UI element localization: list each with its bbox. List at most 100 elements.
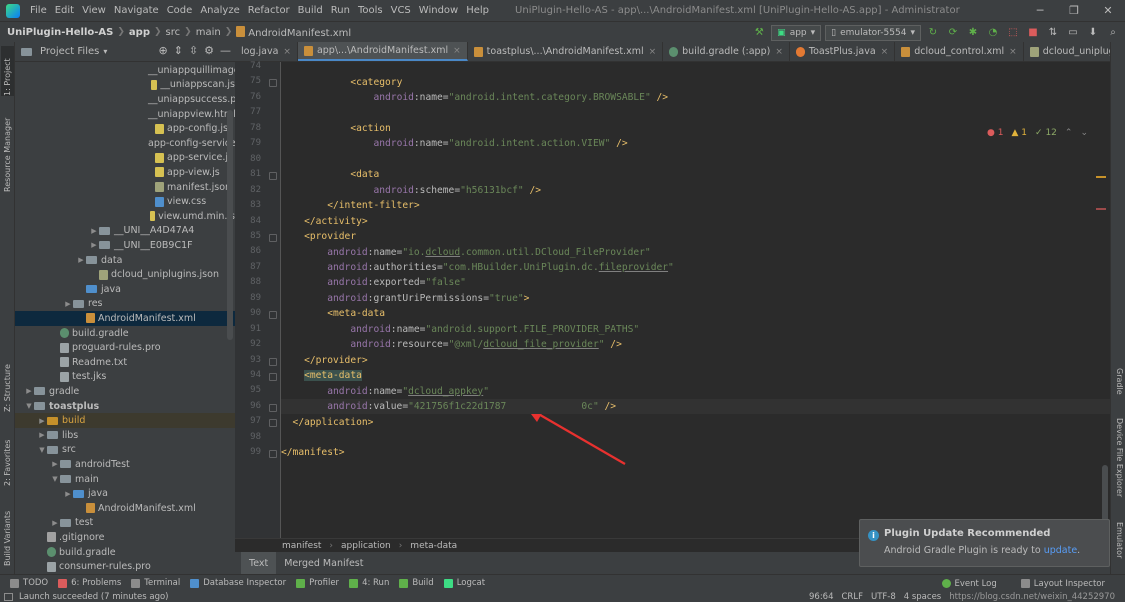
tree-item[interactable]: ▶ java: [15, 486, 235, 501]
chevron-down-icon[interactable]: ⌄: [1080, 128, 1088, 138]
code-editor[interactable]: ● 1 ▲ 1 ✓ 12 ⌃ ⌄ <category android:name= "…: [281, 62, 1110, 538]
collapse-arrow-icon[interactable]: ▼: [24, 402, 34, 410]
menu-item-view[interactable]: View: [78, 5, 110, 16]
stop-icon[interactable]: ■: [1025, 25, 1041, 41]
tab-favorites[interactable]: 2: Favorites: [1, 432, 14, 486]
editor-tab[interactable]: build.gradle (:app) ×: [663, 42, 790, 61]
menu-item-refactor[interactable]: Refactor: [244, 5, 294, 16]
menu-item-edit[interactable]: Edit: [51, 5, 78, 16]
menu-item-code[interactable]: Code: [163, 5, 197, 16]
tab-emulator[interactable]: Emulator: [1111, 522, 1124, 572]
rerun-icon[interactable]: ↻: [925, 25, 941, 41]
tree-item[interactable]: __uniappsuccess.pn: [15, 92, 235, 107]
tree-item[interactable]: ▶ build: [15, 413, 235, 428]
tree-item[interactable]: view.css: [15, 194, 235, 209]
attach-debugger-icon[interactable]: ⬚: [1005, 25, 1021, 41]
expand-arrow-icon[interactable]: ▶: [76, 256, 86, 264]
fold-marker-icon[interactable]: [269, 357, 277, 366]
apply-changes-icon[interactable]: ⟳: [945, 25, 961, 41]
menu-item-analyze[interactable]: Analyze: [196, 5, 243, 16]
close-tab-icon[interactable]: ×: [1009, 47, 1017, 57]
expand-arrow-icon[interactable]: ▶: [63, 300, 73, 308]
fold-marker-icon[interactable]: [269, 311, 277, 320]
editor-tab[interactable]: app\...\AndroidManifest.xml ×: [297, 42, 468, 61]
menu-item-window[interactable]: Window: [415, 5, 462, 16]
tree-item[interactable]: dcloud_uniplugins.json: [15, 267, 235, 282]
update-link[interactable]: update: [1044, 545, 1077, 556]
weak-warning-count[interactable]: ✓ 12: [1035, 128, 1057, 138]
menu-item-file[interactable]: File: [26, 5, 51, 16]
sdk-manager-icon[interactable]: ⬇: [1085, 25, 1101, 41]
nav-crumb-src[interactable]: src: [163, 27, 184, 38]
close-icon[interactable]: ✕: [1091, 0, 1125, 21]
expand-arrow-icon[interactable]: ▶: [37, 431, 47, 439]
tree-item[interactable]: test.jks: [15, 370, 235, 385]
indent-setting[interactable]: 4 spaces: [904, 592, 941, 602]
close-tab-icon[interactable]: ×: [453, 46, 461, 56]
nav-crumb-main[interactable]: main: [193, 27, 224, 38]
editor-tab[interactable]: log.java ×: [235, 42, 298, 61]
tree-item[interactable]: ▶ __UNI__A4D47A4: [15, 224, 235, 239]
tree-item[interactable]: ▼ src: [15, 443, 235, 458]
tab-build-variants[interactable]: Build Variants: [1, 502, 14, 566]
tab-project[interactable]: 1: Project: [1, 46, 14, 96]
fold-marker-icon[interactable]: [269, 403, 277, 412]
collapse-all-icon[interactable]: ⇕: [174, 44, 183, 57]
tree-item[interactable]: __uniappview.html: [15, 107, 235, 122]
tree-item[interactable]: app-config-service.: [15, 136, 235, 151]
sync-gradle-icon[interactable]: ⇅: [1045, 25, 1061, 41]
profile-icon[interactable]: ◔: [985, 25, 1001, 41]
editor-tab[interactable]: dcloud_control.xml ×: [895, 42, 1024, 61]
nav-project[interactable]: UniPlugin-Hello-AS: [4, 27, 116, 38]
nav-crumb-file[interactable]: AndroidManifest.xml: [233, 25, 354, 39]
hide-icon[interactable]: —: [220, 44, 231, 57]
menu-item-navigate[interactable]: Navigate: [110, 5, 163, 16]
tree-item[interactable]: ▼ main: [15, 472, 235, 487]
tree-item[interactable]: ▶ gradle: [15, 384, 235, 399]
status-message[interactable]: Launch succeeded (7 minutes ago): [19, 592, 168, 602]
tab-structure[interactable]: Z: Structure: [1, 358, 14, 412]
toolwindow-event-log[interactable]: Event Log: [941, 579, 997, 589]
expand-arrow-icon[interactable]: ▶: [89, 227, 99, 235]
toolwindow-profiler[interactable]: Profiler: [296, 578, 339, 588]
toolwindow-run[interactable]: 4: Run: [349, 578, 389, 588]
toolwindow-database-inspector[interactable]: Database Inspector: [190, 578, 286, 588]
status-toggle-icon[interactable]: [4, 592, 13, 601]
toolwindow-build[interactable]: Build: [399, 578, 434, 588]
close-tab-icon[interactable]: ×: [649, 47, 657, 57]
warning-marker[interactable]: [1096, 176, 1106, 178]
fold-marker-icon[interactable]: [269, 233, 277, 242]
tab-merged-manifest[interactable]: Merged Manifest: [276, 552, 371, 574]
menu-item-build[interactable]: Build: [294, 5, 327, 16]
restore-icon[interactable]: ❐: [1057, 0, 1091, 21]
tree-item[interactable]: build.gradle: [15, 326, 235, 341]
menu-item-vcs[interactable]: VCS: [387, 5, 415, 16]
menu-item-run[interactable]: Run: [327, 5, 354, 16]
tree-item[interactable]: ▶ androidTest: [15, 457, 235, 472]
hammer-icon[interactable]: ⚒: [751, 25, 767, 41]
tree-item[interactable]: ▶ __UNI__E0B9C1F: [15, 238, 235, 253]
editor-tab[interactable]: toastplus\...\AndroidManifest.xml ×: [468, 42, 664, 61]
tree-item[interactable]: ▼ toastplus: [15, 399, 235, 414]
editor-tab[interactable]: ToastPlus.java ×: [790, 42, 896, 61]
gear-icon[interactable]: ⚙: [204, 44, 214, 57]
menu-item-tools[interactable]: Tools: [354, 5, 387, 16]
tree-item[interactable]: AndroidManifest.xml: [15, 501, 235, 516]
expand-all-icon[interactable]: ⇳: [189, 44, 198, 57]
inspection-widget[interactable]: ● 1 ▲ 1 ✓ 12 ⌃ ⌄: [987, 128, 1088, 138]
collapse-arrow-icon[interactable]: ▼: [37, 446, 47, 454]
breadcrumb-application[interactable]: application: [341, 541, 391, 551]
tree-item[interactable]: Readme.txt: [15, 355, 235, 370]
avd-manager-icon[interactable]: ▭: [1065, 25, 1081, 41]
project-view-select[interactable]: Project Files: [40, 46, 99, 57]
search-icon[interactable]: ⌕: [1105, 25, 1121, 41]
tab-text[interactable]: Text: [241, 552, 277, 574]
fold-marker-icon[interactable]: [269, 79, 277, 88]
tree-item[interactable]: java: [15, 282, 235, 297]
fold-marker-icon[interactable]: [269, 450, 277, 459]
error-marker[interactable]: [1096, 208, 1106, 210]
caret-position[interactable]: 96:64: [809, 592, 834, 602]
expand-arrow-icon[interactable]: ▶: [50, 460, 60, 468]
line-separator[interactable]: CRLF: [842, 592, 863, 602]
expand-arrow-icon[interactable]: ▶: [63, 490, 73, 498]
